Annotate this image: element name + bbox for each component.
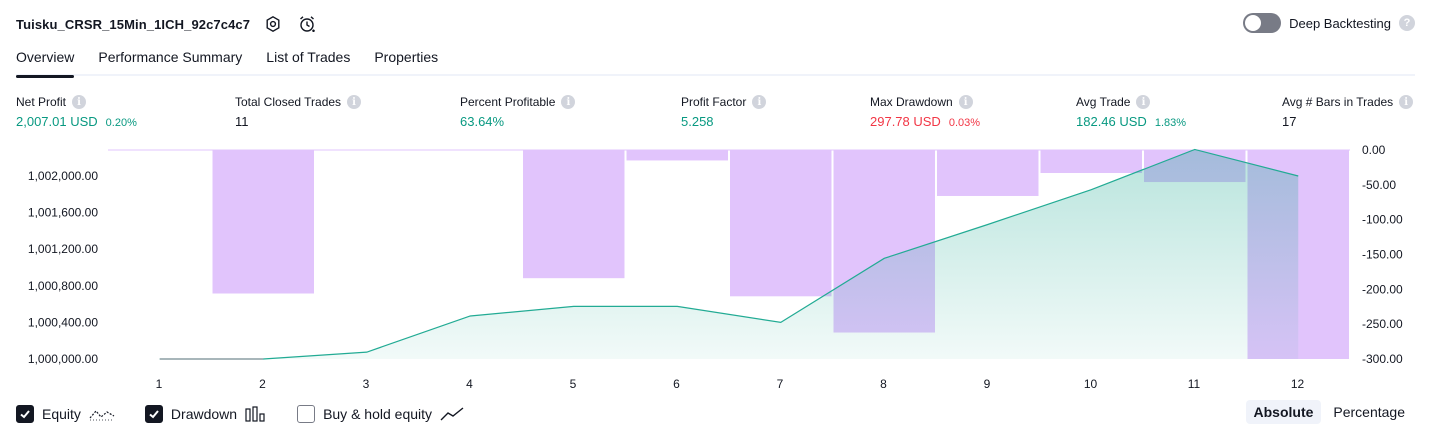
metric-label: Net Profit — [16, 95, 67, 109]
x-tick-label: 5 — [570, 377, 577, 391]
right-tick-label: 0.00 — [1362, 143, 1386, 157]
legend-equity[interactable]: Equity — [16, 405, 115, 423]
buy-hold-line-icon — [440, 406, 464, 422]
metric-net-profit: Net Profit i 2,007.01 USD 0.20% — [16, 94, 137, 129]
left-tick-label: 1,000,800.00 — [28, 279, 98, 293]
toggle-knob — [1245, 15, 1262, 31]
metric-value: 2,007.01 USD — [16, 114, 98, 129]
legend-drawdown-label: Drawdown — [170, 406, 238, 422]
x-tick-label: 12 — [1291, 377, 1305, 391]
info-icon[interactable]: i — [958, 95, 973, 109]
percentage-mode-button[interactable]: Percentage — [1325, 400, 1413, 424]
deep-backtesting-toggle[interactable] — [1243, 13, 1282, 33]
equity-line-icon — [89, 406, 115, 422]
metric-percent: 0.20% — [105, 117, 137, 129]
metric-total-closed-trades: Total Closed Trades i 11 — [235, 94, 362, 129]
left-tick-label: 1,000,000.00 — [28, 352, 98, 366]
x-tick-label: 11 — [1188, 377, 1201, 391]
drawdown-bar — [1040, 150, 1142, 173]
metric-label: Avg Trade — [1076, 95, 1131, 109]
metric-value: 182.46 USD — [1076, 114, 1147, 129]
tab-properties[interactable]: Properties — [374, 44, 438, 76]
metric-percent-profitable: Percent Profitable i 63.64% — [460, 94, 576, 129]
drawdown-bar — [212, 150, 314, 294]
info-icon[interactable]: i — [1136, 95, 1151, 109]
metric-label: Percent Profitable — [460, 95, 556, 109]
right-tick-label: -200.00 — [1362, 282, 1403, 296]
metric-label: Total Closed Trades — [235, 95, 342, 109]
equity-drawdown-chart[interactable]: 1,000,000.00 1,000,400.00 1,000,800.00 1,00… — [0, 140, 1431, 395]
x-tick-label: 4 — [466, 377, 473, 391]
help-icon[interactable]: ? — [1399, 15, 1415, 31]
x-tick-label: 9 — [984, 377, 991, 391]
equity-fill — [159, 149, 1299, 359]
x-tick-label: 3 — [363, 377, 370, 391]
drawdown-bar — [626, 150, 728, 161]
report-header: Tuisku_CRSR_15Min_1ICH_92c7c4c7 — [16, 12, 318, 36]
value-mode-switch: Absolute Percentage — [1245, 400, 1414, 424]
right-tick-label: -150.00 — [1362, 248, 1403, 262]
drawdown-checkbox[interactable] — [144, 405, 163, 423]
x-tick-label: 7 — [777, 377, 784, 391]
metric-value: 11 — [235, 114, 249, 129]
drawdown-bar — [730, 150, 832, 297]
metric-value: 17 — [1282, 114, 1297, 129]
x-tick-label: 2 — [259, 377, 266, 391]
equity-area — [159, 148, 1299, 360]
metric-percent: 1.83% — [1154, 117, 1187, 129]
strategy-name: Tuisku_CRSR_15Min_1ICH_92c7c4c7 — [16, 16, 251, 32]
metric-avg-bars-in-trades: Avg # Bars in Trades i 17 — [1282, 94, 1414, 129]
metric-value: 5.258 — [681, 114, 714, 129]
info-icon[interactable]: i — [561, 95, 576, 109]
info-icon[interactable]: i — [1399, 95, 1414, 109]
info-icon[interactable]: i — [347, 95, 362, 109]
buy-hold-checkbox[interactable] — [297, 405, 316, 423]
alarm-clock-icon[interactable] — [296, 13, 318, 35]
metric-label: Max Drawdown — [870, 95, 953, 109]
legend-buy-hold-equity[interactable]: Buy & hold equity — [297, 405, 464, 423]
right-tick-label: -100.00 — [1362, 213, 1403, 227]
legend-buy-hold-label: Buy & hold equity — [323, 406, 433, 422]
x-tick-label: 1 — [156, 377, 163, 391]
deep-backtesting-label: Deep Backtesting — [1289, 15, 1391, 31]
drawdown-bar — [523, 150, 625, 279]
left-tick-label: 1,000,400.00 — [28, 315, 98, 329]
left-tick-label: 1,001,600.00 — [28, 206, 98, 220]
right-axis: 0.00 -50.00 -100.00 -150.00 -200.00 -250.00 -3… — [1362, 143, 1403, 366]
x-tick-label: 8 — [880, 377, 887, 391]
x-tick-label: 6 — [673, 377, 680, 391]
left-axis: 1,000,000.00 1,000,400.00 1,000,800.00 1,00… — [28, 169, 98, 366]
right-tick-label: -250.00 — [1362, 317, 1403, 331]
summary-metrics: Net Profit i 2,007.01 USD 0.20% Total Clos… — [16, 94, 1415, 134]
metric-value: 63.64% — [460, 114, 505, 129]
legend-drawdown[interactable]: Drawdown — [144, 405, 267, 423]
x-tick-label: 10 — [1084, 377, 1098, 391]
metric-percent: 0.03% — [948, 117, 981, 129]
x-axis: 1 2 3 4 5 6 7 8 9 10 11 12 — [156, 377, 1305, 391]
right-tick-label: -300.00 — [1362, 352, 1403, 366]
right-tick-label: -50.00 — [1362, 178, 1396, 192]
left-tick-label: 1,002,000.00 — [28, 169, 98, 183]
deep-backtesting-control: Deep Backtesting ? — [1243, 13, 1415, 33]
metric-label: Profit Factor — [681, 95, 747, 109]
metric-max-drawdown: Max Drawdown i 297.78 USD 0.03% — [870, 94, 980, 129]
info-icon[interactable]: i — [72, 95, 87, 109]
tab-overview[interactable]: Overview — [16, 44, 75, 78]
chart-legend: Equity Drawdown Buy & hold equity — [16, 403, 494, 425]
tab-performance-summary[interactable]: Performance Summary — [98, 44, 242, 76]
left-tick-label: 1,001,200.00 — [28, 242, 98, 256]
metric-label: Avg # Bars in Trades — [1282, 95, 1394, 109]
settings-gear-icon[interactable] — [262, 13, 284, 35]
metric-profit-factor: Profit Factor i 5.258 — [681, 94, 767, 129]
tab-list-of-trades[interactable]: List of Trades — [266, 44, 350, 76]
info-icon[interactable]: i — [752, 95, 767, 109]
legend-equity-label: Equity — [42, 406, 81, 422]
metric-avg-trade: Avg Trade i 182.46 USD 1.83% — [1076, 94, 1186, 129]
equity-checkbox[interactable] — [16, 405, 34, 423]
metric-value: 297.78 USD — [870, 114, 941, 129]
drawdown-bar — [937, 150, 1039, 196]
drawdown-bars-icon — [245, 406, 267, 422]
absolute-mode-button[interactable]: Absolute — [1245, 400, 1322, 424]
report-tabs: Overview Performance Summary List of Tra… — [16, 44, 1415, 78]
